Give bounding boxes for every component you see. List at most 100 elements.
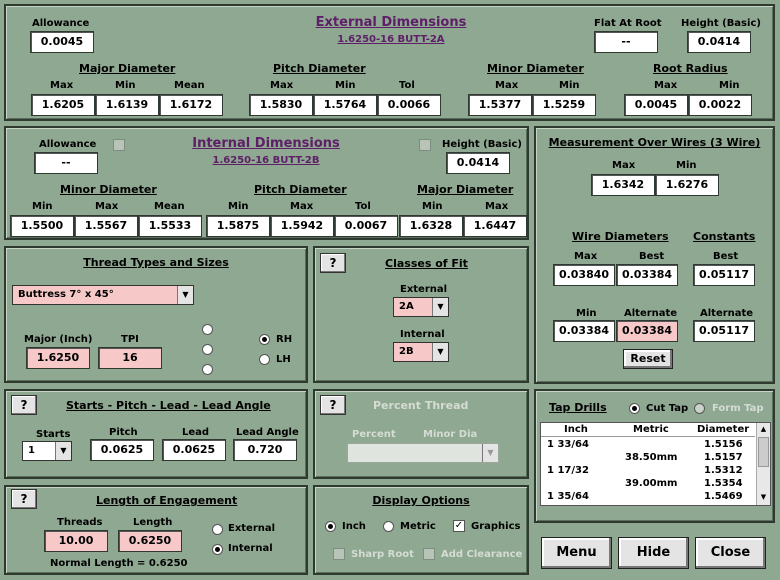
int-minor-mean[interactable]: 1.5533 (138, 215, 202, 237)
wire-max[interactable]: 0.03840 (553, 264, 615, 286)
scroll-thumb[interactable] (758, 437, 769, 467)
int-allowance-field[interactable]: -- (34, 152, 98, 174)
int-major-min-label: Min (422, 201, 443, 212)
external-class-value: 2A (399, 301, 414, 312)
minor-dia-label: Minor Dia (423, 429, 478, 440)
thread-type-select[interactable]: Buttress 7° x 45° ▼ (12, 285, 194, 305)
pitch-field[interactable]: 0.0625 (90, 439, 154, 461)
reset-button[interactable]: Reset (623, 349, 673, 369)
wires-min[interactable]: 1.6276 (655, 174, 719, 196)
lead-angle-field[interactable]: 0.720 (233, 439, 297, 461)
int-title: Internal Dimensions (192, 136, 340, 151)
int-allowance-label: Allowance (39, 139, 97, 150)
ext-root-max[interactable]: 0.0045 (624, 94, 688, 116)
ext-flat-root-field[interactable]: -- (594, 31, 658, 53)
percent-thread-panel: ? Percent Thread Percent Minor Dia ▼ (313, 389, 529, 479)
wire-min[interactable]: 0.03384 (553, 320, 615, 342)
int-check-left (113, 139, 125, 151)
chevron-down-icon[interactable]: ▼ (432, 343, 448, 361)
ext-allowance-field[interactable]: 0.0045 (30, 31, 94, 53)
external-radio[interactable] (212, 524, 223, 535)
threads-field[interactable]: 10.00 (44, 530, 108, 552)
scroll-up-icon[interactable]: ▲ (757, 423, 770, 436)
wire-best[interactable]: 0.03384 (616, 264, 678, 286)
int-pitch-max-label: Max (290, 201, 314, 212)
tap-drill-list[interactable]: Inch Metric Diameter 1 33/64 1.5156 38.50m… (540, 422, 771, 506)
ext-pitch-tol-label: Tol (399, 80, 415, 91)
ext-minor-min-label: Min (559, 80, 580, 91)
tap-cell-inch: 1 33/64 (547, 439, 589, 450)
table-row[interactable]: 39.00mm 1.5354 (541, 478, 755, 491)
ext-pitch-max[interactable]: 1.5830 (249, 94, 313, 116)
chevron-down-icon[interactable]: ▼ (177, 286, 193, 304)
internal-class-label: Internal (400, 329, 445, 340)
ext-root-min[interactable]: 0.0022 (688, 94, 752, 116)
form-tap-radio[interactable] (694, 403, 705, 414)
ext-major-mean[interactable]: 1.6172 (159, 94, 223, 116)
ext-pitch-min[interactable]: 1.5764 (313, 94, 377, 116)
classes-help-button[interactable]: ? (320, 253, 346, 273)
scroll-down-icon[interactable]: ▼ (757, 491, 770, 504)
graphics-checkbox[interactable]: ✓ (453, 520, 465, 532)
lh-label: LH (276, 354, 291, 365)
ext-minor-max[interactable]: 1.5377 (468, 94, 532, 116)
const-best[interactable]: 0.05117 (693, 264, 755, 286)
option-radio-2[interactable] (202, 344, 213, 355)
int-pitch-min[interactable]: 1.5875 (206, 215, 270, 237)
tap-cell-dia: 1.5156 (704, 439, 743, 450)
chevron-down-icon[interactable]: ▼ (432, 298, 448, 316)
external-class-select[interactable]: 2A ▼ (393, 297, 449, 317)
wire-min-label: Min (576, 308, 597, 319)
const-alt[interactable]: 0.05117 (693, 320, 755, 342)
engagement-panel: ? Length of Engagement Threads Length 10… (4, 485, 308, 575)
ext-major-min[interactable]: 1.6139 (95, 94, 159, 116)
major-inch-field[interactable]: 1.6250 (26, 347, 90, 369)
hide-button[interactable]: Hide (618, 537, 689, 569)
ext-pitch-tol[interactable]: 0.0066 (377, 94, 441, 116)
table-row[interactable]: 1 35/64 1.5469 (541, 491, 755, 504)
wires-max[interactable]: 1.6342 (591, 174, 655, 196)
int-minor-max-label: Max (95, 201, 119, 212)
starts-select[interactable]: 1 ▼ (22, 441, 72, 461)
lh-radio[interactable] (259, 354, 270, 365)
table-row[interactable]: 1 17/32 1.5312 (541, 465, 755, 478)
close-button[interactable]: Close (695, 537, 766, 569)
internal-class-select[interactable]: 2B ▼ (393, 342, 449, 362)
ext-minor-min[interactable]: 1.5259 (532, 94, 596, 116)
ext-height-field[interactable]: 0.0414 (687, 31, 751, 53)
wires-title: Measurement Over Wires (3 Wire) (548, 136, 761, 149)
menu-button[interactable]: Menu (541, 537, 612, 569)
lead-label: Lead (182, 427, 210, 438)
int-pitch-max[interactable]: 1.5942 (270, 215, 334, 237)
int-height-field[interactable]: 0.0414 (446, 152, 510, 174)
spll-help-button[interactable]: ? (11, 395, 37, 415)
tap-scrollbar[interactable]: ▲ ▼ (756, 423, 770, 505)
int-minor-min[interactable]: 1.5500 (10, 215, 74, 237)
wire-alt[interactable]: 0.03384 (616, 320, 678, 342)
thread-types-panel: Thread Types and Sizes Buttress 7° x 45°… (4, 246, 308, 383)
chevron-down-icon[interactable]: ▼ (55, 442, 71, 460)
table-row[interactable]: 38.50mm 1.5157 (541, 452, 755, 465)
table-row[interactable]: 1 33/64 1.5156 (541, 439, 755, 452)
percent-help-button[interactable]: ? (320, 395, 346, 415)
length-label: Length (133, 517, 173, 528)
ext-major-max[interactable]: 1.6205 (31, 94, 95, 116)
rh-radio[interactable] (259, 334, 270, 345)
tpi-field[interactable]: 16 (98, 347, 162, 369)
option-radio-1[interactable] (202, 324, 213, 335)
int-pitch-tol[interactable]: 0.0067 (334, 215, 398, 237)
cut-tap-radio[interactable] (629, 403, 640, 414)
lead-field[interactable]: 0.0625 (162, 439, 226, 461)
option-radio-3[interactable] (202, 364, 213, 375)
length-field[interactable]: 0.6250 (118, 530, 182, 552)
int-major-min[interactable]: 1.6328 (399, 215, 463, 237)
inch-radio[interactable] (325, 521, 336, 532)
add-clearance-checkbox (423, 548, 435, 560)
const-title: Constants (693, 230, 756, 243)
engagement-help-button[interactable]: ? (11, 489, 37, 509)
int-major-max[interactable]: 1.6447 (463, 215, 527, 237)
int-minor-max[interactable]: 1.5567 (74, 215, 138, 237)
ext-flat-root-label: Flat At Root (594, 18, 662, 29)
internal-radio[interactable] (212, 544, 223, 555)
metric-radio[interactable] (383, 521, 394, 532)
